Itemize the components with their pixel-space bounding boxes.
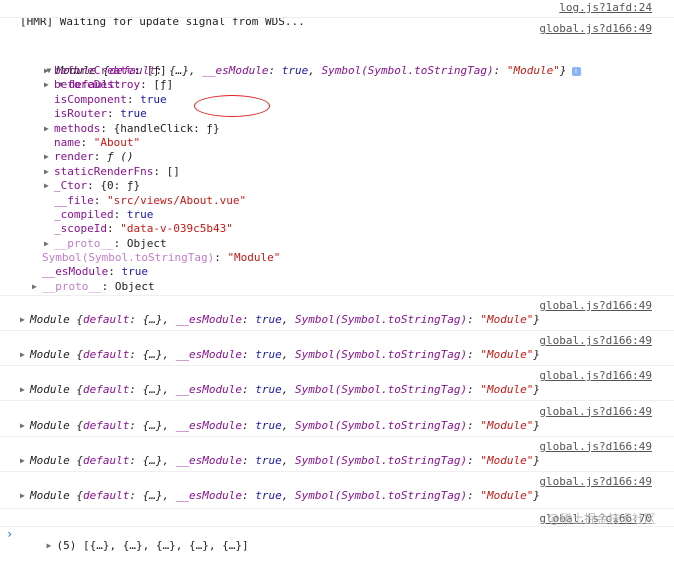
annotation-circle: [194, 95, 270, 117]
triangle-right-icon[interactable]: ▶: [20, 313, 30, 327]
property-value: "Module": [227, 251, 281, 264]
property-row[interactable]: ▶ __proto__: Object: [0, 237, 674, 251]
triangle-right-icon[interactable]: ▶: [44, 122, 54, 136]
triangle-right-icon[interactable]: ▶: [32, 280, 42, 294]
module-summary-collapsed[interactable]: ▶ Module {default: {…}, __esModule: true,…: [0, 313, 674, 327]
property-row: __file: "src/views/About.vue": [54, 193, 247, 207]
property-key: __proto__: [54, 236, 114, 250]
property-row[interactable]: ▶ methods: {handleClick: ƒ}: [0, 122, 674, 136]
source-link-hmr[interactable]: log.js?1afd:24: [559, 1, 652, 15]
property-row[interactable]: ▶ staticRenderFns: []: [0, 165, 674, 179]
property-row: Symbol(Symbol.toStringTag): "Module": [42, 251, 281, 264]
source-link[interactable]: global.js?d166:49: [539, 475, 652, 489]
triangle-right-icon[interactable]: ▶: [20, 454, 30, 468]
source-link[interactable]: global.js?d166:49: [539, 440, 652, 454]
property-row: __esModule: true: [42, 265, 148, 279]
module-summary-collapsed[interactable]: ▶ Module {default: {…}, __esModule: true,…: [0, 489, 674, 503]
property-key: _compiled: [54, 208, 114, 221]
property-row[interactable]: ▶ render: ƒ (): [0, 150, 674, 164]
default-node[interactable]: ▼ default:: [0, 50, 674, 91]
property-value: "data-v-039c5b43": [120, 222, 233, 236]
property-key: Symbol(Symbol.toStringTag): [42, 251, 215, 264]
property-row: _scopeId: "data-v-039c5b43": [54, 222, 233, 236]
triangle-right-icon[interactable]: ▶: [44, 165, 54, 179]
divider: [0, 17, 674, 18]
property-key: _Ctor: [54, 179, 88, 193]
property-value: {handleClick: ƒ}: [113, 121, 220, 135]
property-key: name: [54, 136, 81, 149]
divider: [0, 400, 674, 402]
property-key: methods: [54, 121, 101, 135]
property-key: render: [54, 150, 94, 164]
divider: [0, 526, 674, 527]
array-summary[interactable]: ▶ (5) [{…}, {…}, {…}, {…}, {…}]: [0, 511, 674, 552]
triangle-right-icon[interactable]: ▶: [44, 150, 54, 164]
property-row: name: "About": [54, 136, 141, 149]
property-value: [ƒ]: [153, 78, 174, 92]
property-value: [ƒ]: [146, 64, 167, 77]
property-value: "src/views/About.vue": [107, 193, 247, 207]
property-value: Object: [114, 279, 155, 293]
source-link[interactable]: global.js?d166:49: [539, 334, 652, 348]
property-key: beforeDestroy: [54, 78, 141, 92]
property-key: __file: [54, 193, 94, 207]
triangle-right-icon[interactable]: ▶: [47, 539, 57, 553]
property-value: {0: ƒ}: [100, 179, 141, 193]
triangle-right-icon[interactable]: ▶: [20, 348, 30, 362]
source-link[interactable]: global.js?d166:49: [539, 369, 652, 383]
property-value: true: [140, 92, 167, 106]
property-row[interactable]: ▶ _Ctor: {0: ƒ}: [0, 179, 674, 193]
property-row: isRouter: true: [54, 107, 147, 121]
property-row[interactable]: ▶ beforeCreate: [ƒ]: [0, 64, 674, 78]
divider: [0, 365, 674, 367]
property-key: staticRenderFns: [54, 164, 154, 178]
property-value: []: [166, 164, 180, 178]
triangle-right-icon[interactable]: ▶: [44, 64, 54, 78]
triangle-right-icon[interactable]: ▶: [20, 489, 30, 503]
property-key: _scopeId: [54, 222, 107, 236]
divider: [0, 508, 674, 509]
property-row[interactable]: ▶ __proto__: Object: [0, 280, 674, 294]
module-summary-collapsed[interactable]: ▶ Module {default: {…}, __esModule: true,…: [0, 454, 674, 468]
property-key: beforeCreate: [54, 64, 134, 77]
module-summary-collapsed[interactable]: ▶ Module {default: {…}, __esModule: true,…: [0, 419, 674, 433]
divider: [0, 330, 674, 331]
triangle-right-icon[interactable]: ▶: [20, 419, 30, 433]
property-key: __proto__: [42, 279, 102, 293]
property-value: true: [121, 265, 148, 279]
property-row: _compiled: true: [54, 208, 154, 221]
property-value: ƒ (): [107, 150, 134, 164]
property-value: "About": [93, 136, 141, 149]
triangle-right-icon[interactable]: ▶: [44, 237, 54, 251]
divider: [0, 470, 674, 472]
property-row[interactable]: ▶ beforeDestroy: [ƒ]: [0, 78, 674, 92]
triangle-right-icon[interactable]: ▶: [44, 78, 54, 92]
module-summary-collapsed[interactable]: ▶ Module {default: {…}, __esModule: true,…: [0, 383, 674, 397]
source-link[interactable]: global.js?d166:49: [539, 299, 652, 313]
module-summary-collapsed[interactable]: ▶ Module {default: {…}, __esModule: true,…: [0, 348, 674, 362]
source-link-expanded[interactable]: global.js?d166:49: [539, 22, 652, 36]
property-key: isComponent: [54, 92, 127, 106]
property-key: isRouter: [54, 107, 107, 121]
module-summary-expanded[interactable]: ▼ Module {default: {…}, __esModule: true,…: [0, 36, 674, 77]
triangle-right-icon[interactable]: ▶: [44, 179, 54, 193]
property-key: __esModule: [42, 265, 109, 279]
property-row: isComponent: true: [54, 92, 167, 106]
chevron-right-icon[interactable]: ›: [6, 527, 13, 541]
property-value: true: [120, 107, 147, 121]
source-link[interactable]: global.js?d166:49: [539, 405, 652, 419]
property-value: true: [126, 208, 154, 221]
property-value: Object: [126, 236, 167, 250]
divider: [0, 435, 674, 437]
divider: [0, 295, 674, 296]
triangle-right-icon[interactable]: ▶: [20, 383, 30, 397]
